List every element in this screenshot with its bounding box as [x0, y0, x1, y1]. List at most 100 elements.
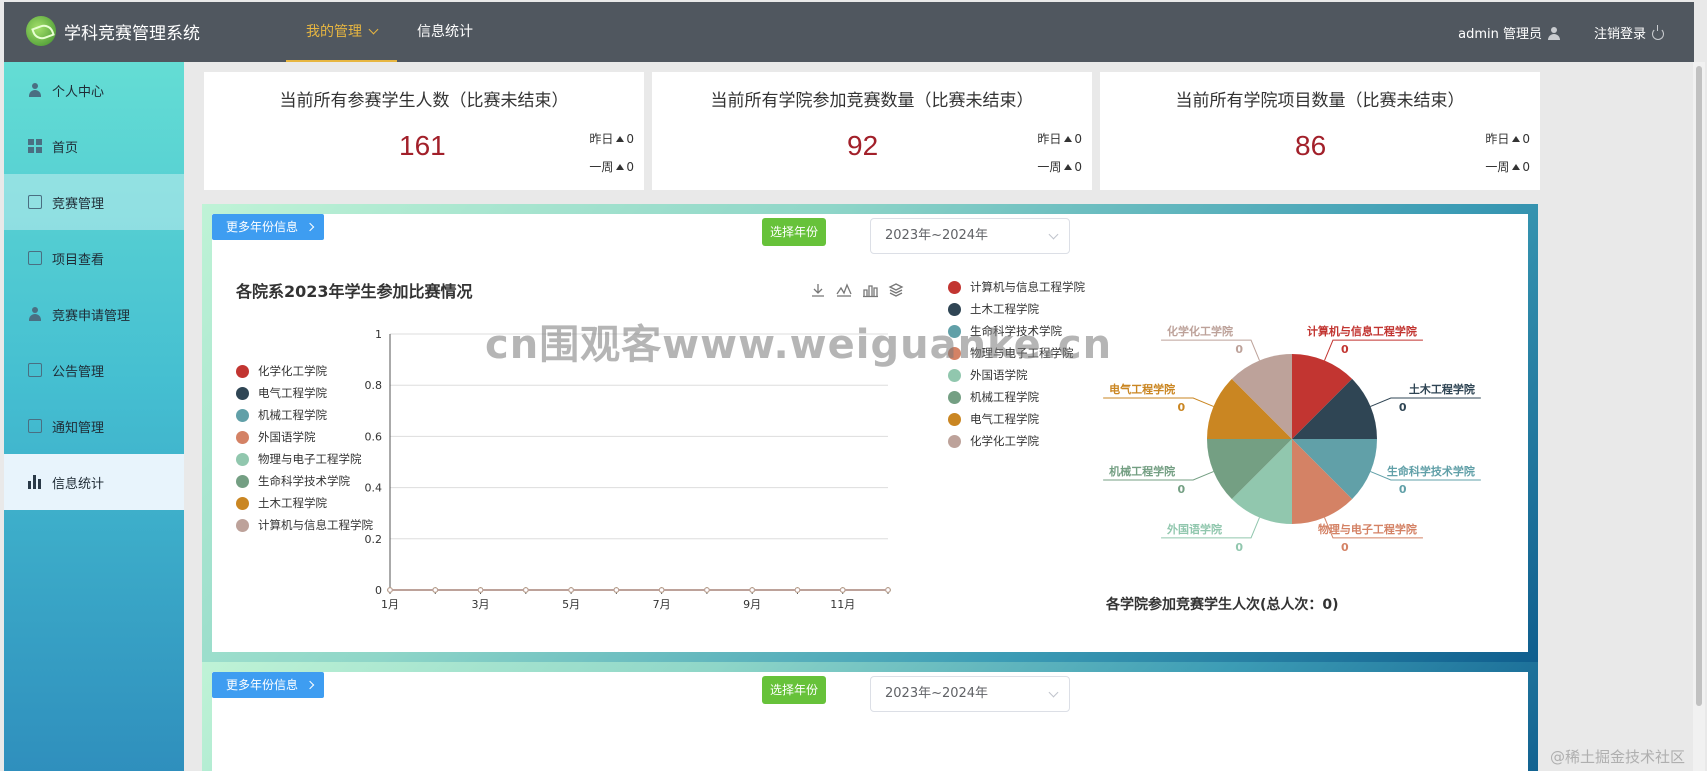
stack-icon[interactable]: [888, 282, 904, 298]
nav-my-management[interactable]: 我的管理: [286, 2, 397, 62]
slice-value: 0: [1341, 343, 1349, 356]
yesterday-label: 昨日: [589, 132, 614, 146]
series-point: [477, 587, 484, 593]
chevron-right-icon: [305, 222, 315, 232]
slice-label: 外国语学院: [1166, 522, 1222, 536]
stat-title: 当前所有学院参加竞赛数量（比赛未结束）: [710, 91, 1034, 111]
pie-chart-title: 各学院参加竞赛学生人次(总人次：0): [1106, 597, 1339, 613]
stat-card-projects: 当前所有学院项目数量（比赛未结束） 86 昨日 0 一周 0: [1100, 72, 1540, 190]
slice-value: 0: [1235, 343, 1243, 356]
legend-label: 机械工程学院: [970, 390, 1039, 404]
stat-yesterday: 昨日 0: [1485, 130, 1530, 147]
legend-dot-icon: [236, 474, 249, 488]
app-title: 学科竞赛管理系统: [64, 23, 200, 44]
legend-item[interactable]: 电气工程学院: [948, 408, 1085, 430]
stat-week: 一周 0: [589, 158, 634, 175]
legend-label: 外国语学院: [258, 430, 316, 444]
legend-label: 土木工程学院: [970, 302, 1039, 316]
nav-label: 我的管理: [306, 24, 362, 40]
sidebar-item-competition-management[interactable]: 竞赛管理: [4, 174, 184, 230]
slice-label: 土木工程学院: [1409, 382, 1475, 396]
year-select-value: 2023年~2024年: [885, 228, 989, 243]
series-point: [658, 587, 665, 593]
year-select[interactable]: 2023年~2024年: [870, 676, 1070, 712]
slice-value: 0: [1341, 541, 1349, 554]
legend-label: 生命科学技术学院: [258, 474, 350, 488]
sidebar-item-label: 通知管理: [52, 420, 105, 436]
legend-label: 物理与电子工程学院: [970, 346, 1074, 360]
bar-chart-icon: [28, 475, 42, 489]
select-year-button[interactable]: 选择年份: [762, 218, 826, 246]
year-select-value: 2023年~2024年: [885, 686, 989, 701]
slice-label: 物理与电子工程学院: [1318, 522, 1417, 536]
sidebar-item-statistics[interactable]: 信息统计: [4, 454, 184, 510]
legend-item[interactable]: 机械工程学院: [948, 386, 1085, 408]
sidebar-item-notice-management[interactable]: 通知管理: [4, 398, 184, 454]
more-years-button[interactable]: 更多年份信息: [212, 214, 324, 240]
sidebar-item-project-view[interactable]: 项目查看: [4, 230, 184, 286]
stat-card-students: 当前所有参赛学生人数（比赛未结束） 161 昨日 0 一周 0: [204, 72, 644, 190]
stat-week: 一周 0: [1485, 158, 1530, 175]
more-years-label: 更多年份信息: [226, 678, 299, 692]
bar-chart-icon[interactable]: [862, 282, 878, 298]
legend-item[interactable]: 外国语学院: [948, 364, 1085, 386]
logout-button[interactable]: 注销登录: [1594, 23, 1664, 42]
sidebar-item-label: 信息统计: [52, 476, 105, 492]
chevron-down-icon: [1048, 229, 1059, 240]
scrollbar-thumb[interactable]: [1696, 66, 1702, 706]
legend-dot-icon: [236, 408, 249, 422]
y-tick-label: 0.2: [365, 533, 383, 546]
person-icon: [28, 307, 42, 321]
sidebar-item-label: 竞赛申请管理: [52, 308, 131, 324]
vertical-scrollbar[interactable]: [1693, 62, 1705, 771]
sidebar-item-announcement-management[interactable]: 公告管理: [4, 342, 184, 398]
legend-item[interactable]: 物理与电子工程学院: [948, 342, 1085, 364]
up-triangle-icon: [1064, 164, 1073, 170]
sidebar-item-label: 个人中心: [52, 84, 105, 100]
top-right-actions: admin 管理员 注销登录: [1458, 2, 1664, 62]
main-content: 当前所有参赛学生人数（比赛未结束） 161 昨日 0 一周 0 当前所有学院参加竞赛…: [184, 62, 1694, 771]
x-tick-label: 5月: [562, 598, 580, 611]
legend-label: 电气工程学院: [970, 412, 1039, 426]
series-point: [885, 587, 891, 593]
stat-value: 161: [399, 130, 446, 161]
legend-label: 化学化工学院: [258, 364, 327, 378]
user-menu[interactable]: admin 管理员: [1458, 23, 1560, 42]
more-years-button[interactable]: 更多年份信息: [212, 672, 324, 698]
sidebar-item-home[interactable]: 首页: [4, 118, 184, 174]
slice-label: 电气工程学院: [1109, 382, 1175, 396]
user-icon: [1547, 26, 1560, 40]
up-triangle-icon: [616, 136, 625, 142]
chart-toolbox: [810, 282, 904, 298]
year-select[interactable]: 2023年~2024年: [870, 218, 1070, 254]
select-year-button[interactable]: 选择年份: [762, 676, 826, 704]
nav-statistics[interactable]: 信息统计: [397, 2, 493, 62]
series-point: [432, 587, 438, 593]
legend-dot-icon: [236, 452, 249, 466]
x-tick-label: 11月: [830, 598, 855, 611]
legend-item[interactable]: 土木工程学院: [948, 298, 1085, 320]
more-years-label: 更多年份信息: [226, 220, 299, 234]
slice-value: 0: [1399, 401, 1407, 414]
sidebar-item-application-management[interactable]: 竞赛申请管理: [4, 286, 184, 342]
y-tick-label: 0: [375, 584, 382, 597]
legend-item[interactable]: 生命科学技术学院: [948, 320, 1085, 342]
line-chart-icon[interactable]: [836, 282, 852, 298]
x-tick-label: 1月: [381, 598, 399, 611]
sidebar-item-label: 项目查看: [52, 252, 105, 268]
chevron-down-icon: [368, 24, 379, 35]
legend-item[interactable]: 化学化工学院: [948, 430, 1085, 452]
stat-value: 86: [1295, 130, 1327, 161]
download-icon[interactable]: [810, 282, 826, 298]
y-tick-label: 1: [375, 328, 382, 341]
y-tick-label: 0.6: [365, 430, 383, 443]
legend-item[interactable]: 计算机与信息工程学院: [948, 276, 1085, 298]
label-leader-line: [1103, 397, 1214, 407]
week-value: 0: [1522, 160, 1530, 174]
folder-icon: [28, 195, 42, 209]
y-tick-label: 0.4: [365, 482, 383, 495]
pie-chart-legend: 计算机与信息工程学院土木工程学院生命科学技术学院物理与电子工程学院外国语学院机械…: [948, 276, 1085, 452]
sidebar-item-personal-center[interactable]: 个人中心: [4, 62, 184, 118]
series-point: [387, 587, 393, 593]
legend-dot-icon: [948, 280, 961, 294]
